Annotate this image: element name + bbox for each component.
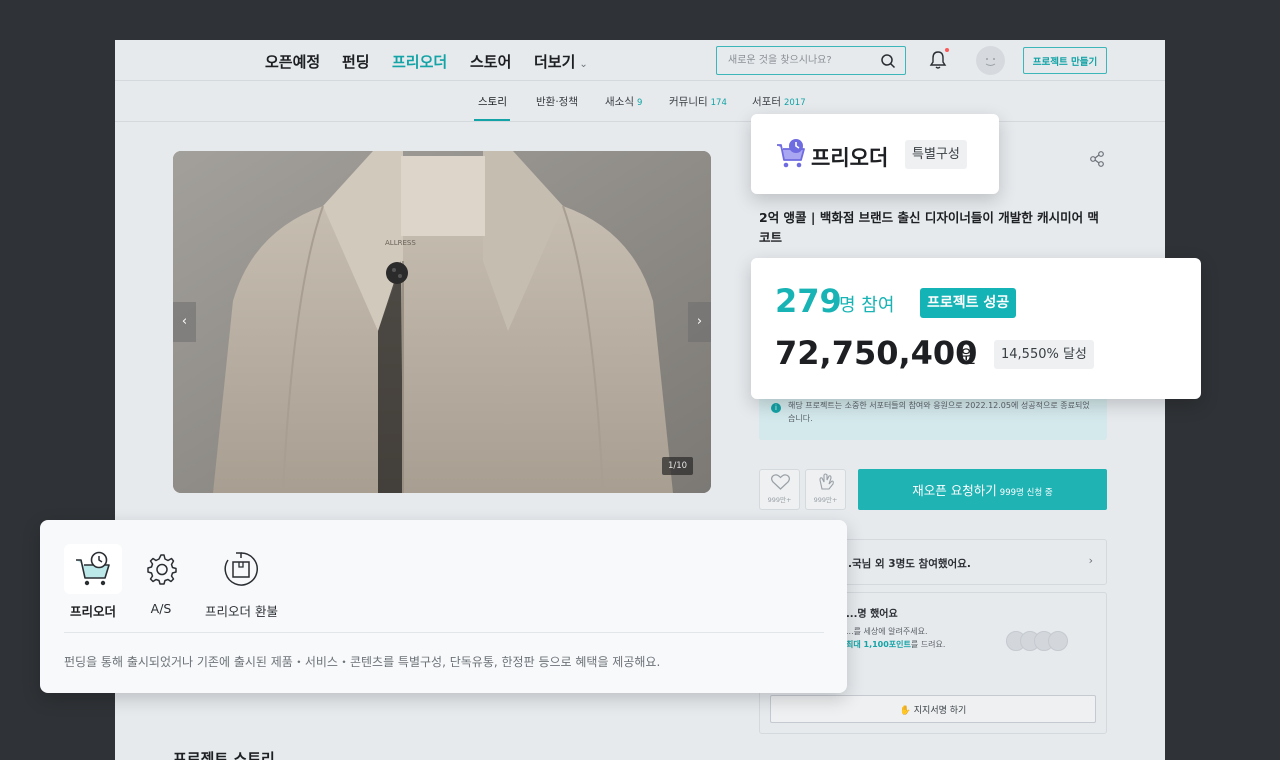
tab-community[interactable]: 커뮤니티 174 [669,94,727,109]
funding-stats-card: 279 명 참여 프로젝트 성공 72,750,400 원 14,550% 달성 [751,258,1201,399]
bell-icon[interactable] [929,50,947,74]
status-badge: 프로젝트 성공 [920,288,1017,318]
chevron-right-icon: › [1088,554,1093,567]
divider [64,632,824,633]
info-icon: i [771,403,781,413]
support-title: ...명 했어요 [846,609,898,620]
project-type-label: 프리오더 [811,146,889,170]
amount-unit: 원 [960,347,977,368]
support-line2: 최대 1,100포인트를 드려요. [846,639,945,650]
participant-count: 279 [775,282,842,320]
cart-clock-icon [64,544,122,594]
supporter-avatars [1006,631,1068,655]
active-tab-indicator [474,119,510,121]
coat-image: ALLRESS [173,151,711,493]
notice-text: 해당 프로젝트는 소중한 서포터들의 참여와 응원으로 2022.12.05에 … [788,401,1090,423]
gallery-counter: 1/10 [662,457,693,475]
tab-label: 스토리 [478,96,507,108]
type-item-label: 프리오더 [69,604,116,619]
project-title: 2억 앵콜 | 백화점 브랜드 출신 디자이너들이 개발한 캐시미어 맥코트 [759,210,1099,245]
support-points: 최대 1,100포인트 [846,640,911,649]
avatar[interactable] [976,46,1005,75]
search-box [716,46,906,75]
gear-icon [132,544,190,594]
tab-news[interactable]: 새소식 9 [605,94,642,109]
cheer-count: 999만+ [813,496,838,504]
reopen-sub-label: 999명 신청 중 [999,488,1053,498]
make-project-button[interactable]: 프로젝트 만들기 [1023,47,1107,74]
support-line1: ...를 세상에 알려주세요. [846,627,928,636]
type-item-preorder[interactable]: 프리오더 [64,544,122,620]
achievement-rate-badge: 14,550% 달성 [994,340,1094,369]
sign-support-button[interactable]: ✋ 지지서명 하기 [770,695,1096,723]
tab-story[interactable]: 스토리 [478,94,507,109]
sign-support-label: 지지서명 하기 [913,705,967,716]
gallery-next-button[interactable]: › [688,302,711,342]
project-tabs: 스토리 반환·정책 새소식 9 커뮤니티 174 서포터 2017 [115,81,1165,122]
participant-unit: 명 참여 [839,295,895,316]
nav-item-more-label: 더보기 [534,53,576,71]
chevron-right-icon: › [696,314,703,329]
notification-dot [945,48,949,52]
tab-label: 커뮤니티 [669,96,708,108]
tab-label: 새소식 [605,96,634,108]
support-line2-rest: 를 드려요. [910,640,946,649]
participants-text: ...국님 외 3명도 참여했어요. [840,558,971,570]
tab-count: 2017 [783,98,806,108]
share-icon[interactable] [1088,150,1106,172]
top-navigation: 오픈예정 펀딩 프리오더 스토어 더보기⌄ 프로젝트 만들기 [115,40,1165,81]
product-image-gallery[interactable]: ALLRESS ‹ › 1/10 [173,151,711,493]
refund-box-icon [212,544,270,594]
type-description: 펀딩을 통해 출시되었거나 기존에 출시된 제품・서비스・콘텐츠를 특별구성, … [64,655,661,669]
chevron-left-icon: ‹ [181,314,188,329]
heart-icon [771,474,790,490]
reopen-label: 재오픈 요청하기 [912,483,997,498]
search-icon[interactable] [880,53,896,73]
project-type-info-card: 프리오더 A/S 프리오더 환불 펀딩을 통해 출시되었거나 기존에 출시된 제… [40,520,847,693]
nav-item-upcoming[interactable]: 오픈예정 [265,51,320,72]
chevron-down-icon: ⌄ [579,59,588,70]
like-button[interactable]: 999만+ [759,469,800,510]
project-type-badge: 특별구성 [905,140,967,169]
funded-amount: 72,750,400 [775,334,978,372]
clap-icon: ✋ [899,705,911,716]
coat-label-text: ALLRESS [385,239,416,247]
cart-clock-icon [775,138,807,174]
tab-label: 반환·정책 [536,96,578,108]
nav-item-preorder[interactable]: 프리오더 [392,51,447,72]
reopen-request-button[interactable]: 재오픈 요청하기 999명 신청 중 [858,469,1107,510]
preorder-type-card: 프리오더 특별구성 [751,114,999,194]
tab-count: 9 [636,98,643,108]
nav-item-funding[interactable]: 펀딩 [342,51,370,72]
like-count: 999만+ [767,496,792,504]
tab-count: 174 [710,98,727,108]
nav-item-more[interactable]: 더보기 ⌄ [534,51,588,72]
tab-policy[interactable]: 반환·정책 [536,94,578,109]
type-item-preorder-refund[interactable]: 프리오더 환불 [205,544,278,620]
nav-item-store[interactable]: 스토어 [470,51,511,72]
type-item-label: A/S [150,601,172,616]
tab-label: 서포터 [752,96,781,108]
tab-supporters[interactable]: 서포터 2017 [752,94,806,109]
clap-icon [819,473,834,490]
avatar [1048,631,1068,651]
story-heading: 프로젝트 스토리 [173,750,275,760]
type-item-label: 프리오더 환불 [205,604,278,619]
gallery-prev-button[interactable]: ‹ [173,302,196,342]
type-item-as[interactable]: A/S [132,544,190,616]
cheer-button[interactable]: 999만+ [805,469,846,510]
search-input[interactable] [717,47,867,74]
